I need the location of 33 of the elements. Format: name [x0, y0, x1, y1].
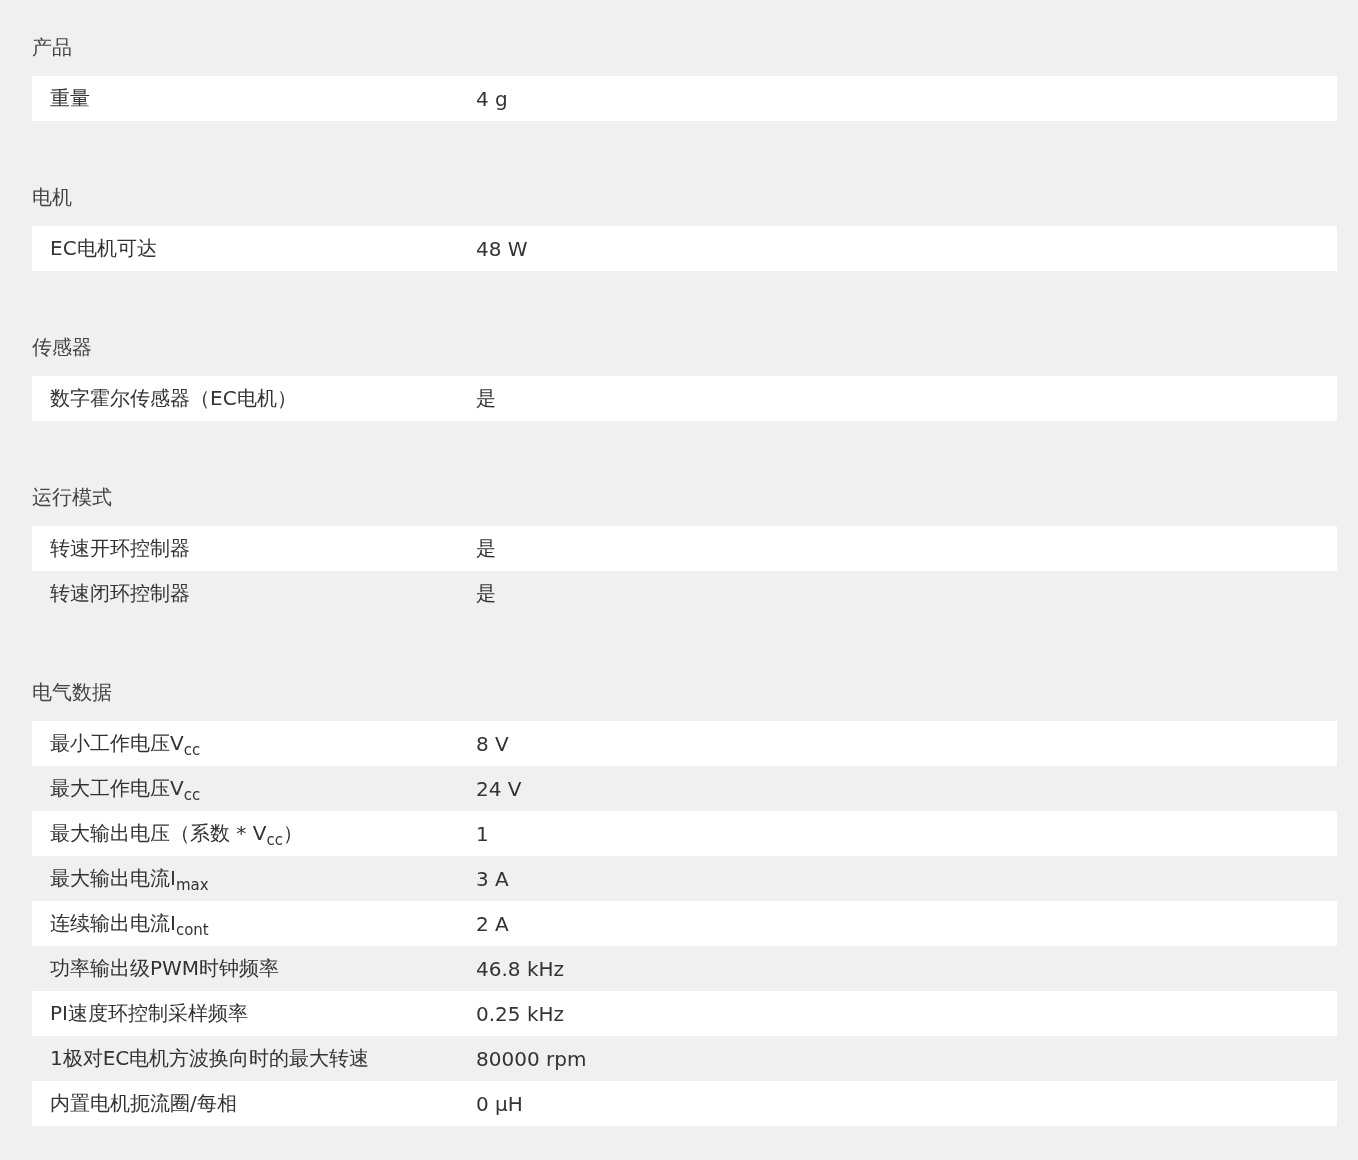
section-heading: 电机 — [32, 185, 72, 209]
property-value: 是 — [476, 385, 496, 412]
property-value: 8 V — [476, 731, 509, 756]
property-label: 转速闭环控制器 — [49, 580, 191, 607]
property-label: EC电机可达 — [49, 235, 158, 262]
section-heading: 传感器 — [32, 335, 92, 359]
property-label: 数字霍尔传感器（EC电机） — [49, 385, 298, 412]
property-label: 功率输出级PWM时钟频率 — [49, 955, 281, 982]
section-heading: 产品 — [32, 35, 72, 59]
property-value: 2 A — [476, 911, 509, 936]
section-heading: 运行模式 — [32, 485, 112, 509]
property-value: 0 µH — [476, 1091, 523, 1116]
property-label: 内置电机扼流圈/每相 — [49, 1090, 238, 1117]
property-value: 46.8 kHz — [476, 956, 564, 981]
property-value: 80000 rpm — [476, 1046, 587, 1071]
property-label: 转速开环控制器 — [49, 535, 191, 562]
property-label: 连续输出电流I$_{cont}$ — [49, 910, 210, 937]
property-label: 最大输出电流I$_{max}$ — [49, 865, 210, 892]
property-value: 4 g — [476, 86, 508, 111]
section-heading: 电气数据 — [32, 680, 112, 704]
property-label: 最大工作电压V$_{cc}$ — [49, 775, 202, 802]
property-value: 24 V — [476, 776, 522, 801]
property-label: 最大输出电压（系数 * V$_{cc}$） — [49, 820, 304, 847]
property-value: 是 — [476, 580, 496, 607]
property-value: 是 — [476, 535, 496, 562]
property-label: 1极对EC电机方波换向时的最大转速 — [49, 1045, 371, 1072]
property-value: 48 W — [476, 236, 528, 261]
property-label: 重量 — [49, 85, 91, 112]
property-label: 最小工作电压V$_{cc}$ — [49, 730, 202, 757]
property-value: 1 — [476, 821, 489, 846]
property-value: 3 A — [476, 866, 509, 891]
property-label: PI速度环控制采样频率 — [49, 1000, 249, 1027]
property-value: 0.25 kHz — [476, 1001, 564, 1026]
